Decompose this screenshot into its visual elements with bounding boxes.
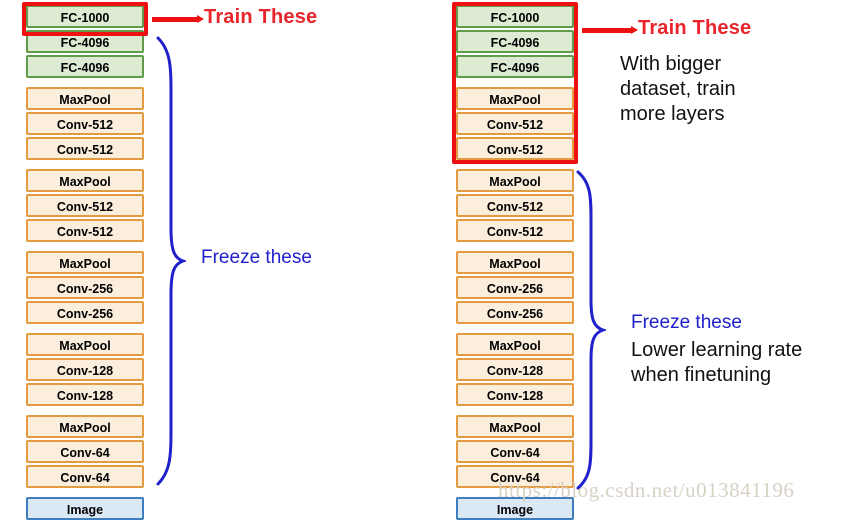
layer-group-conv256: MaxPool Conv-256 Conv-256 [26,251,144,324]
layer-group-conv512-a: MaxPool Conv-512 Conv-512 [26,87,144,160]
layer-group-conv128: MaxPool Conv-128 Conv-128 [26,333,144,406]
layer-block-image: Image [26,497,144,520]
freeze-brace-right [572,170,608,495]
layer-block-conv-256: Conv-256 [26,301,144,324]
layer-block-conv-512: Conv-512 [26,219,144,242]
layer-block-conv-128: Conv-128 [26,358,144,381]
layer-block-maxpool: MaxPool [456,415,574,438]
freeze-brace-left [152,36,188,491]
layer-group-conv512-b: MaxPool Conv-512 Conv-512 [26,169,144,242]
layer-block-conv-128: Conv-128 [456,358,574,381]
layer-group-input: Image [26,497,144,520]
layer-block-maxpool: MaxPool [26,333,144,356]
layer-block-conv-128: Conv-128 [26,383,144,406]
vgg-network-stack-left: FC-1000 FC-4096 FC-4096 MaxPool Conv-512… [26,5,144,520]
layer-block-conv-128: Conv-128 [456,383,574,406]
layer-group-conv64: MaxPool Conv-64 Conv-64 [26,415,144,488]
train-leader-line-right [582,26,638,34]
layer-block-maxpool: MaxPool [26,251,144,274]
layer-block-conv-512: Conv-512 [26,112,144,135]
train-these-label-right: Train These [638,17,752,39]
layer-block-conv-256: Conv-256 [456,301,574,324]
layer-block-fc-4096-b: FC-4096 [26,55,144,78]
layer-group-conv128: MaxPool Conv-128 Conv-128 [456,333,574,406]
layer-block-conv-512: Conv-512 [456,194,574,217]
layer-group-conv256: MaxPool Conv-256 Conv-256 [456,251,574,324]
layer-group-conv512-b: MaxPool Conv-512 Conv-512 [456,169,574,242]
train-highlight-box-left [22,2,148,36]
layer-block-conv-64: Conv-64 [26,465,144,488]
layer-block-conv-64: Conv-64 [456,440,574,463]
layer-block-conv-256: Conv-256 [456,276,574,299]
layer-block-maxpool: MaxPool [456,251,574,274]
layer-block-maxpool: MaxPool [26,415,144,438]
layer-block-maxpool: MaxPool [456,169,574,192]
layer-block-maxpool: MaxPool [456,333,574,356]
layer-block-conv-512: Conv-512 [26,137,144,160]
bigger-dataset-note: With bigger dataset, train more layers [620,53,736,125]
watermark-text: https://blog.csdn.net/u013841196 [498,478,795,502]
train-leader-line-left [152,15,204,23]
layer-block-conv-64: Conv-64 [26,440,144,463]
layer-block-conv-256: Conv-256 [26,276,144,299]
train-highlight-box-right [452,2,578,164]
layer-block-conv-512: Conv-512 [26,194,144,217]
freeze-these-label-left: Freeze these [201,247,312,268]
lower-learning-rate-note: Lower learning rate when finetuning [631,339,803,386]
layer-block-maxpool: MaxPool [26,87,144,110]
diagram-canvas: FC-1000 FC-4096 FC-4096 MaxPool Conv-512… [0,0,868,520]
train-these-label-left: Train These [204,6,318,28]
freeze-these-label-right: Freeze these [631,312,742,333]
layer-block-maxpool: MaxPool [26,169,144,192]
layer-block-conv-512: Conv-512 [456,219,574,242]
